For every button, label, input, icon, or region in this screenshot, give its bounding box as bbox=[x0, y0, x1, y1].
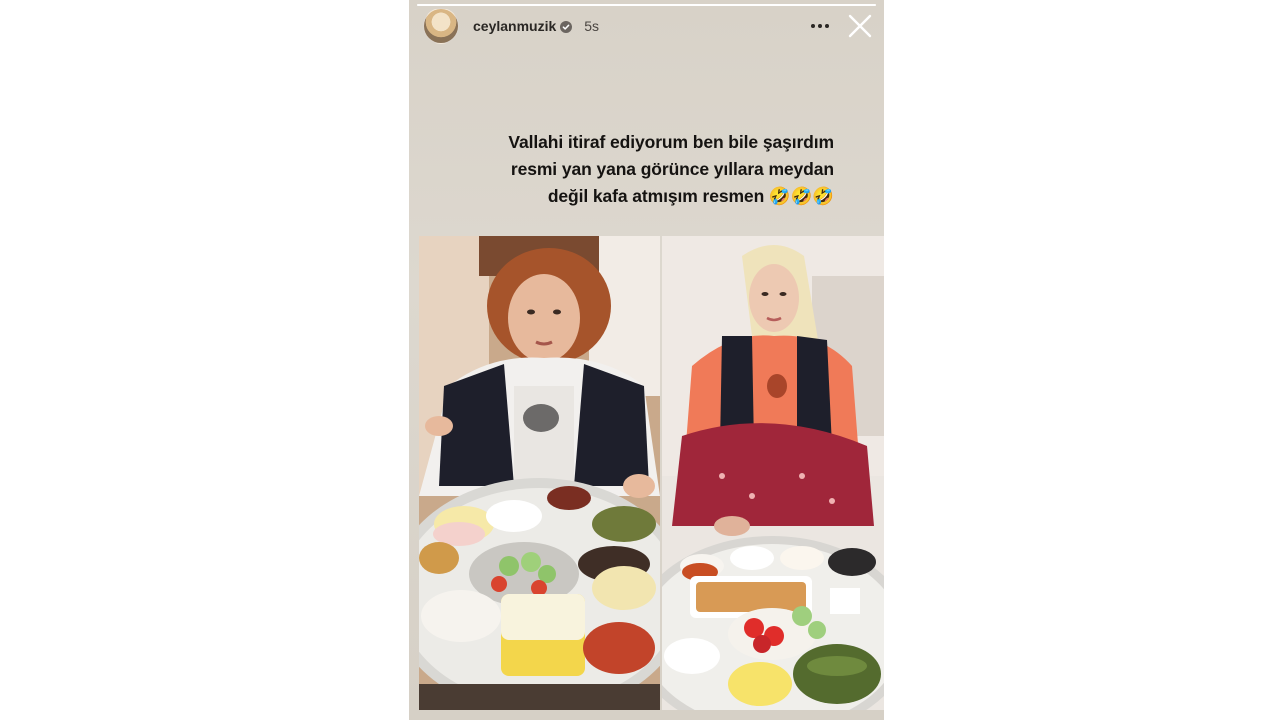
story-header: ceylanmuzik 5s bbox=[423, 7, 874, 45]
caption-line: resmi yan yana görünce yıllara meydan bbox=[510, 159, 834, 179]
story-caption: Vallahi itiraf ediyorum ben bile şaşırdı… bbox=[439, 129, 834, 210]
avatar[interactable] bbox=[423, 8, 459, 44]
caption-line: Vallahi itiraf ediyorum ben bile şaşırdı… bbox=[508, 132, 834, 152]
story-progress-fill bbox=[417, 4, 876, 6]
more-options-icon[interactable] bbox=[808, 14, 832, 38]
story-photo-collage bbox=[419, 236, 884, 710]
photo-right-breakfast bbox=[662, 236, 884, 710]
story-viewer[interactable]: ceylanmuzik 5s Vallahi itiraf ediyorum b… bbox=[409, 0, 884, 720]
caption-line: değil kafa atmışım resmen 🤣🤣🤣 bbox=[547, 186, 834, 206]
story-timestamp: 5s bbox=[584, 18, 600, 34]
verified-badge-icon bbox=[560, 20, 573, 33]
username[interactable]: ceylanmuzik bbox=[473, 18, 556, 34]
photo-left-breakfast bbox=[419, 236, 660, 710]
story-progress-bar bbox=[417, 4, 876, 6]
close-icon[interactable] bbox=[846, 12, 874, 40]
